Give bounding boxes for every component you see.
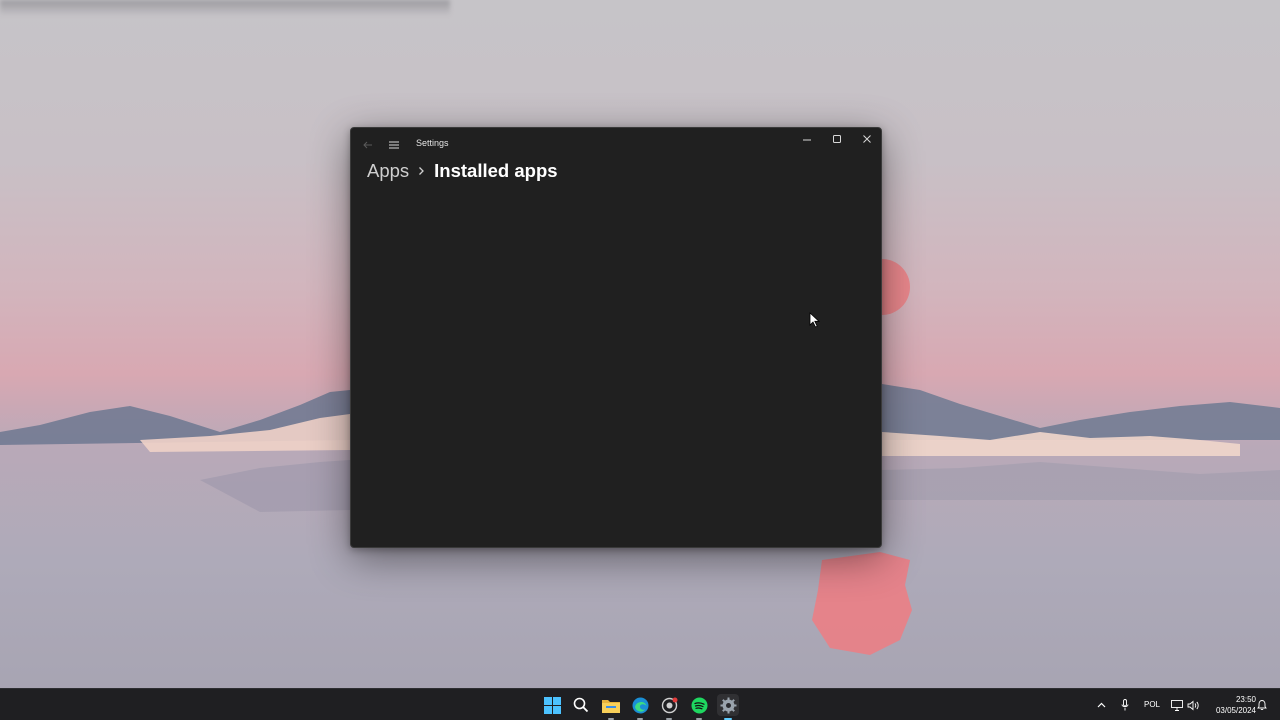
mouse-cursor-icon	[809, 312, 821, 328]
settings-gear-icon	[720, 697, 736, 713]
navigation-menu-button[interactable]	[385, 136, 403, 154]
settings-window: Settings Apps Installed apps	[350, 127, 882, 548]
github-desktop-button[interactable]	[658, 694, 680, 720]
edge-button[interactable]	[629, 694, 651, 720]
github-icon	[661, 697, 677, 713]
settings-taskbar-button[interactable]	[717, 694, 739, 720]
back-arrow-icon	[363, 141, 372, 149]
search-button[interactable]	[570, 694, 592, 716]
maximize-button[interactable]	[822, 128, 852, 150]
folder-icon	[602, 699, 620, 713]
edge-icon	[632, 697, 648, 713]
microphone-icon	[1121, 699, 1129, 711]
hamburger-icon	[389, 141, 399, 149]
maximize-icon	[833, 135, 841, 143]
spotify-icon	[691, 697, 707, 713]
windows-start-icon	[543, 696, 561, 714]
chevron-right-icon	[418, 166, 425, 176]
speaker-icon	[1187, 700, 1199, 710]
input-language-indicator[interactable]: POL	[1144, 700, 1160, 709]
breadcrumb: Apps Installed apps	[367, 160, 558, 182]
file-explorer-button[interactable]	[600, 694, 622, 720]
clock-time: 23:50	[1235, 695, 1256, 704]
start-button[interactable]	[541, 694, 563, 716]
taskbar: POL 23:50 03/05/2024	[0, 688, 1280, 720]
installed-apps-content	[351, 188, 881, 548]
close-button[interactable]	[852, 128, 882, 150]
minimize-icon	[803, 139, 811, 141]
clock[interactable]: 23:50 03/05/2024	[1204, 694, 1256, 716]
bell-icon	[1257, 700, 1267, 710]
search-icon	[573, 697, 589, 713]
network-icon	[1171, 699, 1183, 711]
show-hidden-icons-button[interactable]	[1094, 694, 1108, 716]
title-bar: Settings	[351, 128, 881, 160]
notifications-button[interactable]	[1255, 694, 1269, 716]
network-button[interactable]	[1169, 694, 1185, 716]
volume-button[interactable]	[1185, 694, 1201, 716]
close-icon	[863, 135, 871, 143]
back-button[interactable]	[359, 136, 377, 154]
breadcrumb-apps-link[interactable]: Apps	[367, 160, 409, 182]
microphone-button[interactable]	[1117, 694, 1133, 716]
chevron-up-icon	[1097, 702, 1105, 708]
spotify-button[interactable]	[688, 694, 710, 720]
minimize-button[interactable]	[792, 128, 822, 150]
window-title: Settings	[416, 138, 449, 148]
clock-date: 03/05/2024	[1215, 706, 1256, 715]
page-title: Installed apps	[434, 160, 558, 181]
